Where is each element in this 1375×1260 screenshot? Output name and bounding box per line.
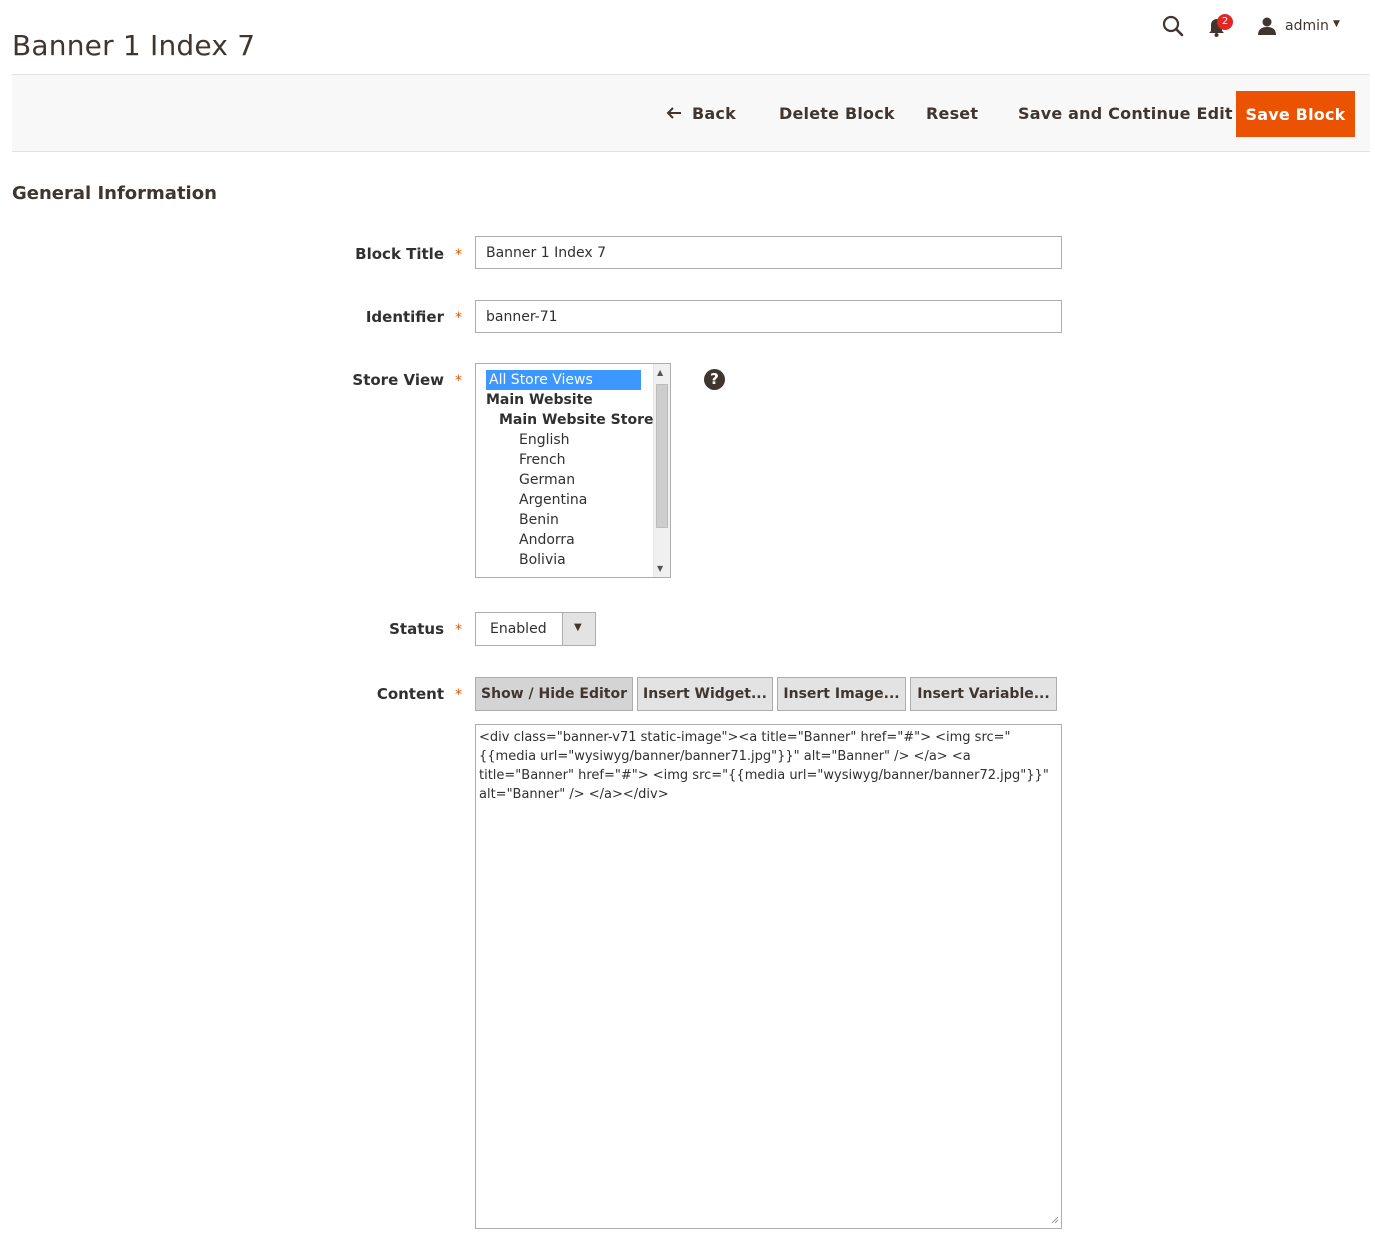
- notifications-button[interactable]: 2: [1207, 14, 1233, 40]
- reset-button[interactable]: Reset: [926, 91, 978, 137]
- search-icon[interactable]: [1161, 14, 1187, 40]
- resize-handle-icon[interactable]: [1049, 1214, 1059, 1224]
- arrow-left-icon: [666, 92, 684, 138]
- save-and-continue-button[interactable]: Save and Continue Edit: [1018, 91, 1233, 137]
- help-icon[interactable]: ?: [704, 369, 725, 390]
- delete-block-button[interactable]: Delete Block: [779, 91, 895, 137]
- dropdown-toggle[interactable]: ▼: [562, 613, 595, 645]
- chevron-down-icon: ▼: [1333, 19, 1340, 29]
- block-title-input[interactable]: [475, 236, 1062, 269]
- save-block-button[interactable]: Save Block: [1236, 91, 1355, 137]
- page-actions-bar: Back Delete Block Reset Save and Continu…: [12, 74, 1370, 152]
- status-select[interactable]: Enabled ▼: [475, 612, 596, 646]
- status-label: Status: [389, 620, 444, 638]
- scrollbar[interactable]: ▲ ▼: [653, 364, 670, 577]
- insert-widget-button[interactable]: Insert Widget...: [637, 677, 773, 711]
- store-view-option[interactable]: Argentina: [519, 490, 587, 510]
- identifier-input[interactable]: [475, 300, 1062, 333]
- user-name: admin: [1285, 18, 1329, 34]
- scrollbar-thumb[interactable]: [656, 384, 668, 528]
- section-title: General Information: [12, 183, 217, 204]
- store-view-option[interactable]: German: [519, 470, 575, 490]
- notifications-badge: 2: [1217, 14, 1233, 30]
- chevron-down-icon: ▼: [574, 622, 582, 633]
- store-view-option[interactable]: Main Website Store: [499, 410, 653, 430]
- store-view-option[interactable]: French: [519, 450, 566, 470]
- page-title: Banner 1 Index 7: [12, 28, 256, 62]
- required-marker: *: [455, 373, 462, 389]
- user-menu[interactable]: admin ▼: [1257, 15, 1357, 39]
- back-label: Back: [692, 104, 736, 123]
- required-marker: *: [455, 310, 462, 326]
- store-view-label: Store View: [352, 371, 444, 389]
- content-textarea[interactable]: <div class="banner-v71 static-image"><a …: [475, 724, 1062, 1229]
- back-button[interactable]: Back: [664, 91, 736, 137]
- store-view-option[interactable]: Main Website: [486, 390, 593, 410]
- block-title-label: Block Title: [355, 245, 444, 263]
- status-value: Enabled: [490, 621, 547, 637]
- store-view-option[interactable]: Andorra: [519, 530, 575, 550]
- required-marker: *: [455, 622, 462, 638]
- insert-variable-button[interactable]: Insert Variable...: [910, 677, 1057, 711]
- store-view-option[interactable]: Bolivia: [519, 550, 566, 570]
- required-marker: *: [455, 687, 462, 703]
- show-hide-editor-button[interactable]: Show / Hide Editor: [475, 677, 633, 711]
- scroll-up-icon[interactable]: ▲: [657, 368, 663, 377]
- content-label: Content: [376, 685, 444, 703]
- store-view-multiselect[interactable]: All Store Views Main Website Main Website …: [475, 363, 671, 578]
- store-view-option[interactable]: Benin: [519, 510, 559, 530]
- store-view-option[interactable]: English: [519, 430, 570, 450]
- identifier-label: Identifier: [365, 308, 444, 326]
- scroll-down-icon[interactable]: ▼: [657, 564, 663, 573]
- user-icon: [1258, 17, 1276, 35]
- required-marker: *: [455, 247, 462, 263]
- insert-image-button[interactable]: Insert Image...: [777, 677, 906, 711]
- store-view-option[interactable]: All Store Views: [486, 370, 641, 390]
